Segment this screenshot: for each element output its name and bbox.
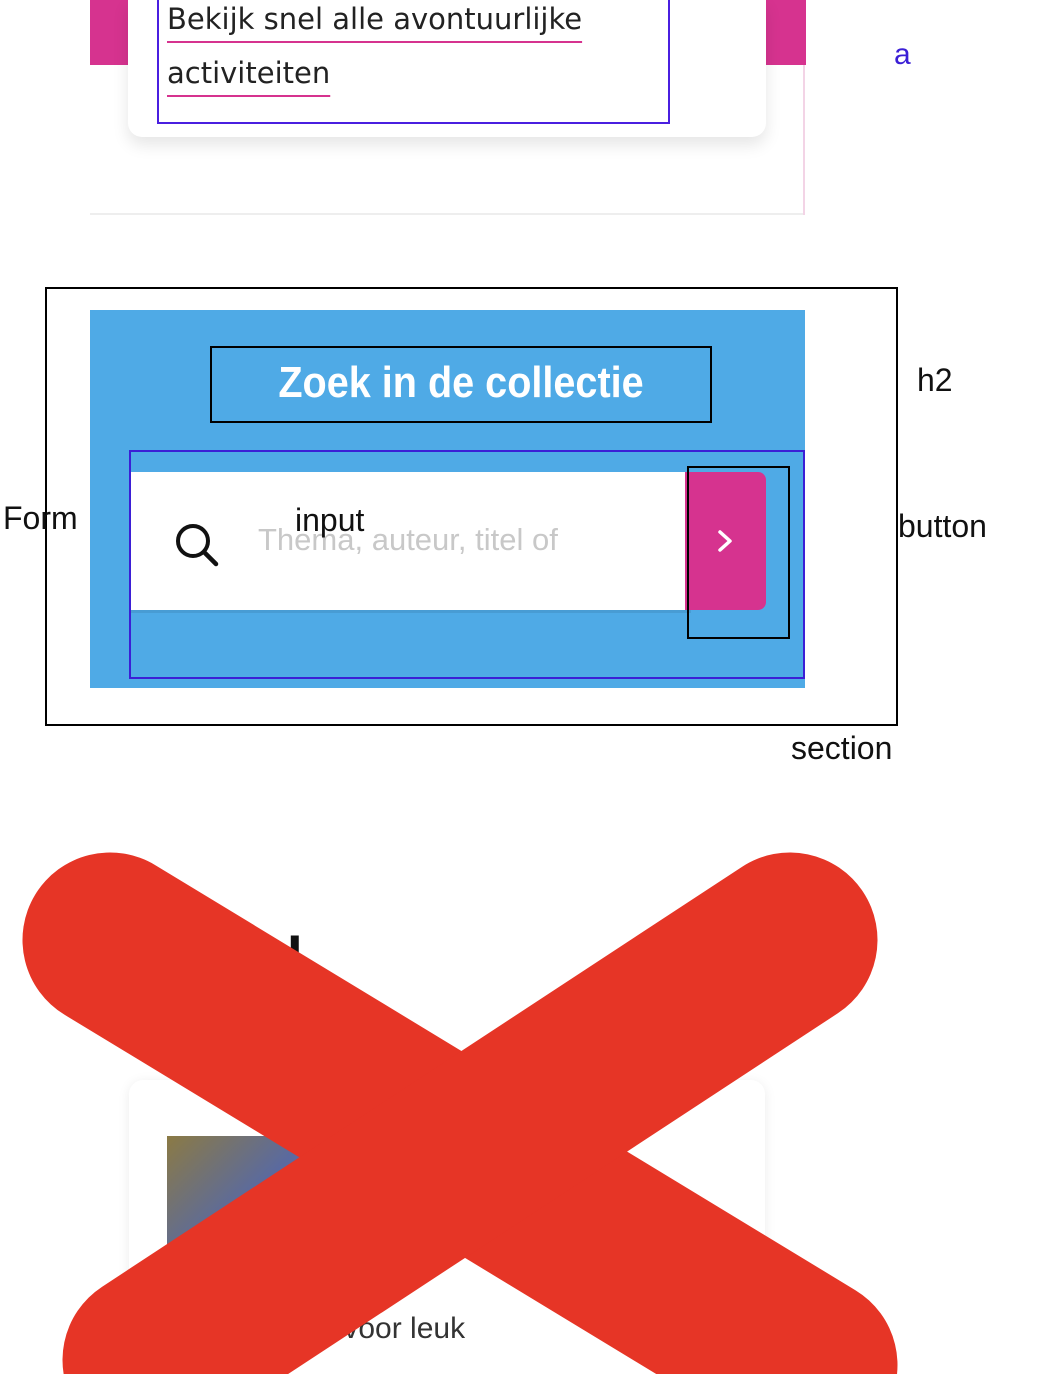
annotation-label-form: Form: [3, 500, 78, 536]
annotation-label-section: section: [791, 730, 893, 766]
accent-bar-right: [766, 0, 806, 65]
annotation-label-button: button: [898, 508, 987, 544]
annotation-label-a: a: [894, 38, 911, 71]
annotation-label-input: input: [295, 502, 365, 538]
divider: [803, 65, 805, 215]
accent-bar-left: [90, 0, 130, 65]
activities-link[interactable]: Bekijk snel alle avontuurlijke activitei…: [167, 0, 637, 100]
annotation-box-button: [687, 466, 790, 639]
annotation-box-h2: [210, 346, 712, 423]
annotation-label-h2: h2: [917, 362, 953, 398]
red-cross-icon: [22, 852, 898, 1374]
